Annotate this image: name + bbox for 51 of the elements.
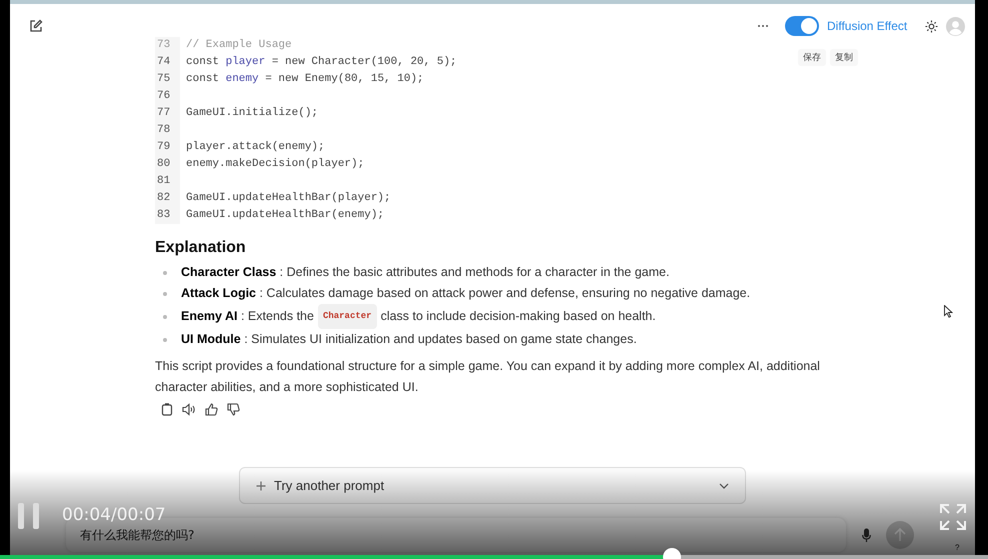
chevron-icon — [719, 482, 729, 488]
bullet-dot-icon — [163, 292, 167, 296]
line-number: 79 — [157, 140, 172, 155]
prompt-dropdown[interactable]: Try another prompt — [239, 467, 746, 504]
line-number: 81 — [157, 174, 172, 189]
line-number: 83 — [157, 208, 172, 223]
code-action-button[interactable]: 保存 — [798, 49, 826, 66]
summary-paragraph: This script provides a foundational structure for a simple game. You can expand it by adding more complex AI, additional character abilities, and a more sophisticated UI. — [155, 358, 821, 396]
copy-icon[interactable] — [161, 403, 173, 416]
edit-icon[interactable] — [29, 19, 43, 33]
bullet-dot-icon — [163, 314, 167, 318]
microphone-icon[interactable] — [862, 528, 871, 543]
code-line: enemy.makeDecision(player); — [186, 157, 366, 172]
code-line: GameUI.updateHealthBar(player); — [186, 191, 392, 206]
cursor-icon — [944, 305, 953, 318]
bullet-text: Enemy AI : Extends the — [181, 308, 314, 325]
fullscreen-icon[interactable] — [940, 504, 966, 530]
thumbs-down-icon[interactable] — [227, 403, 240, 416]
line-number: 77 — [157, 106, 172, 121]
code-line: // Example Usage — [186, 38, 293, 53]
section-heading: Explanation — [155, 238, 247, 258]
help-label[interactable]: ? — [955, 543, 960, 552]
code-line: const player = new Character(100, 20, 5); — [186, 55, 457, 70]
bullet-text: class to include decision-making based on health. — [380, 308, 656, 325]
line-number: 78 — [157, 123, 172, 138]
plus-icon — [256, 480, 266, 490]
speaker-icon[interactable] — [182, 403, 196, 416]
bullet-text: Character Class : Defines the basic attributes and methods for a character in the game. — [181, 264, 670, 281]
code-line: const enemy = new Enemy(80, 15, 10); — [186, 72, 425, 87]
bullet-text: UI Module : Simulates UI initialization and updates based on game state changes. — [181, 331, 637, 348]
line-number: 74 — [157, 55, 172, 70]
line-number: 80 — [157, 157, 172, 172]
progress-track[interactable] — [0, 555, 988, 559]
code-line: player.attack(enemy); — [186, 140, 326, 155]
code-action-button[interactable]: 复制 — [830, 49, 858, 66]
toggle-label: Diffusion Effect — [827, 19, 908, 33]
arrow-up-icon — [894, 528, 906, 542]
diffusion-toggle[interactable] — [785, 16, 819, 36]
code-line: GameUI.initialize(); — [186, 106, 320, 121]
bullet-text: Attack Logic : Calculates damage based on attack power and defense, ensuring no negative damage. — [181, 285, 750, 302]
send-button[interactable] — [886, 521, 914, 549]
line-number: 75 — [157, 72, 172, 87]
line-number: 76 — [157, 89, 172, 104]
thumbs-up-icon[interactable] — [205, 403, 218, 416]
bullet-dot-icon — [163, 338, 167, 342]
code-line: GameUI.updateHealthBar(enemy); — [186, 208, 386, 223]
line-number: 82 — [157, 191, 172, 206]
bullet-dot-icon — [163, 270, 167, 274]
inline-code: Character — [318, 304, 377, 329]
sun-icon[interactable] — [925, 20, 938, 32]
line-number: 73 — [157, 38, 172, 53]
